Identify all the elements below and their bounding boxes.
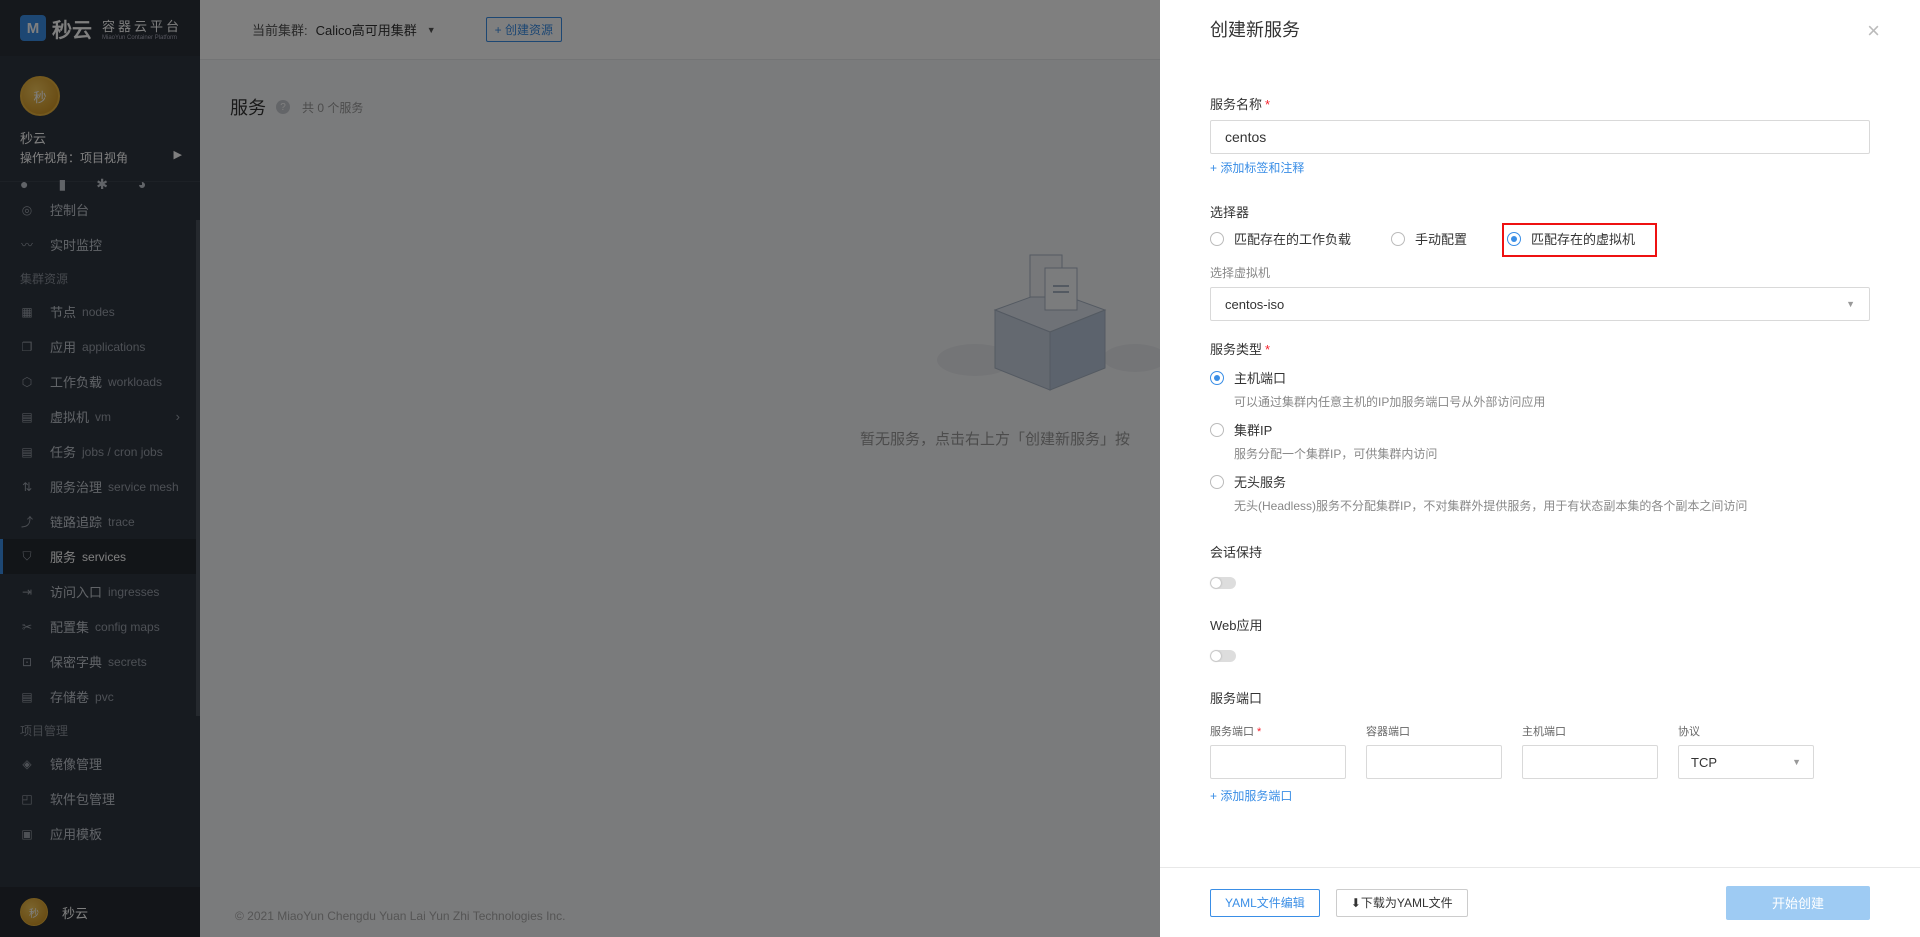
service-type-radio[interactable]: 集群IP (1210, 420, 1870, 439)
service-name-input[interactable]: centos (1210, 120, 1870, 154)
add-labels-link[interactable]: + 添加标签和注释 (1210, 159, 1870, 176)
selector-label: 选择器 (1210, 205, 1250, 220)
drawer-title: 创建新服务 (1210, 20, 1300, 40)
web-app-toggle[interactable] (1210, 650, 1236, 662)
service-name-label-text: 服务名称 (1210, 97, 1263, 112)
add-port-link[interactable]: + 添加服务端口 (1210, 787, 1870, 804)
selector-option-label: 匹配存在的工作负载 (1234, 232, 1352, 247)
service-type-radio[interactable]: 无头服务 (1210, 472, 1870, 491)
service-type-radio[interactable]: 主机端口 (1210, 368, 1870, 387)
service-type-label: 无头服务 (1234, 475, 1287, 490)
vm-select-label: 选择虚拟机 (1210, 266, 1271, 280)
service-type-description: 服务分配一个集群IP，可供集群内访问 (1234, 447, 1438, 461)
drawer-header: 创建新服务 × (1160, 0, 1920, 58)
modal-overlay[interactable] (0, 0, 1160, 937)
create-service-drawer: 创建新服务 × 服务名称 * centos + 添加标签和注释 选择器 匹配存在的… (1160, 0, 1920, 937)
yaml-edit-button[interactable]: YAML文件编辑 (1210, 888, 1320, 917)
service-name-label: 服务名称 * (1210, 94, 1870, 113)
selector-option-workload[interactable]: 匹配存在的工作负载 (1210, 229, 1351, 248)
highlight-box (1502, 223, 1657, 257)
caret-down-icon: ▼ (1792, 757, 1801, 767)
port-col-service: 服务端口 * (1210, 723, 1366, 739)
download-icon: ⬇ (1350, 895, 1361, 910)
radio-dot (1391, 231, 1406, 246)
start-create-button[interactable]: 开始创建 (1726, 885, 1870, 920)
web-app-label: Web应用 (1210, 618, 1263, 633)
container-port-input[interactable] (1366, 745, 1502, 779)
port-col-service-label: 服务端口 (1210, 726, 1254, 738)
yaml-download-button[interactable]: ⬇ 下载为YAML文件 (1335, 888, 1468, 917)
port-col-host: 主机端口 (1522, 726, 1566, 738)
required-mark: * (1265, 97, 1271, 112)
session-affinity-toggle[interactable] (1210, 577, 1236, 589)
service-port-input[interactable] (1210, 745, 1346, 779)
radio-dot (1210, 474, 1224, 489)
protocol-select[interactable]: TCP ▼ (1678, 745, 1814, 779)
radio-dot (1210, 231, 1224, 246)
service-type-label-text: 服务类型 (1210, 342, 1263, 357)
service-type-description: 无头(Headless)服务不分配集群IP，不对集群外提供服务，用于有状态副本集… (1234, 499, 1748, 513)
service-type-option: 集群IP 服务分配一个集群IP，可供集群内访问 (1210, 420, 1870, 462)
selector-radio-group: 匹配存在的工作负载 手动配置 匹配存在的虚拟机 (1210, 223, 1870, 257)
caret-down-icon: ▼ (1846, 299, 1855, 309)
service-type-option: 无头服务无头(Headless)服务不分配集群IP，不对集群外提供服务，用于有状… (1210, 472, 1870, 514)
yaml-download-label: 下载为YAML文件 (1360, 896, 1453, 910)
service-type-description: 可以通过集群内任意主机的IP加服务端口号从外部访问应用 (1234, 395, 1546, 409)
service-type-label: 主机端口 (1234, 371, 1287, 386)
close-icon[interactable]: × (1867, 18, 1880, 44)
drawer-body: 服务名称 * centos + 添加标签和注释 选择器 匹配存在的工作负载 手动配… (1160, 58, 1920, 804)
service-type-group: 主机端口可以通过集群内任意主机的IP加服务端口号从外部访问应用 集群IP 服务分配一… (1210, 368, 1870, 514)
drawer-footer: YAML文件编辑 ⬇ 下载为YAML文件 开始创建 (1160, 867, 1920, 937)
protocol-value: TCP (1691, 754, 1717, 770)
vm-select-value: centos-iso (1225, 296, 1285, 312)
session-affinity-label: 会话保持 (1210, 545, 1263, 560)
service-ports-label: 服务端口 (1210, 691, 1263, 706)
service-type-label: 集群IP (1234, 423, 1273, 438)
radio-dot-checked (1210, 370, 1224, 385)
required-mark: * (1257, 726, 1262, 738)
ports-row: TCP ▼ (1210, 745, 1870, 779)
port-col-protocol: 协议 (1678, 726, 1700, 738)
service-type-label: 服务类型 * (1210, 339, 1870, 358)
vm-select[interactable]: centos-iso ▼ (1210, 287, 1870, 321)
service-type-option: 主机端口可以通过集群内任意主机的IP加服务端口号从外部访问应用 (1210, 368, 1870, 410)
port-col-container: 容器端口 (1366, 726, 1410, 738)
radio-dot (1210, 422, 1224, 437)
host-port-input[interactable] (1522, 745, 1658, 779)
selector-option-label: 手动配置 (1415, 232, 1468, 247)
selector-option-manual[interactable]: 手动配置 (1391, 229, 1467, 248)
ports-header: 服务端口 * 容器端口 主机端口 协议 (1210, 723, 1870, 739)
required-mark: * (1265, 342, 1271, 357)
